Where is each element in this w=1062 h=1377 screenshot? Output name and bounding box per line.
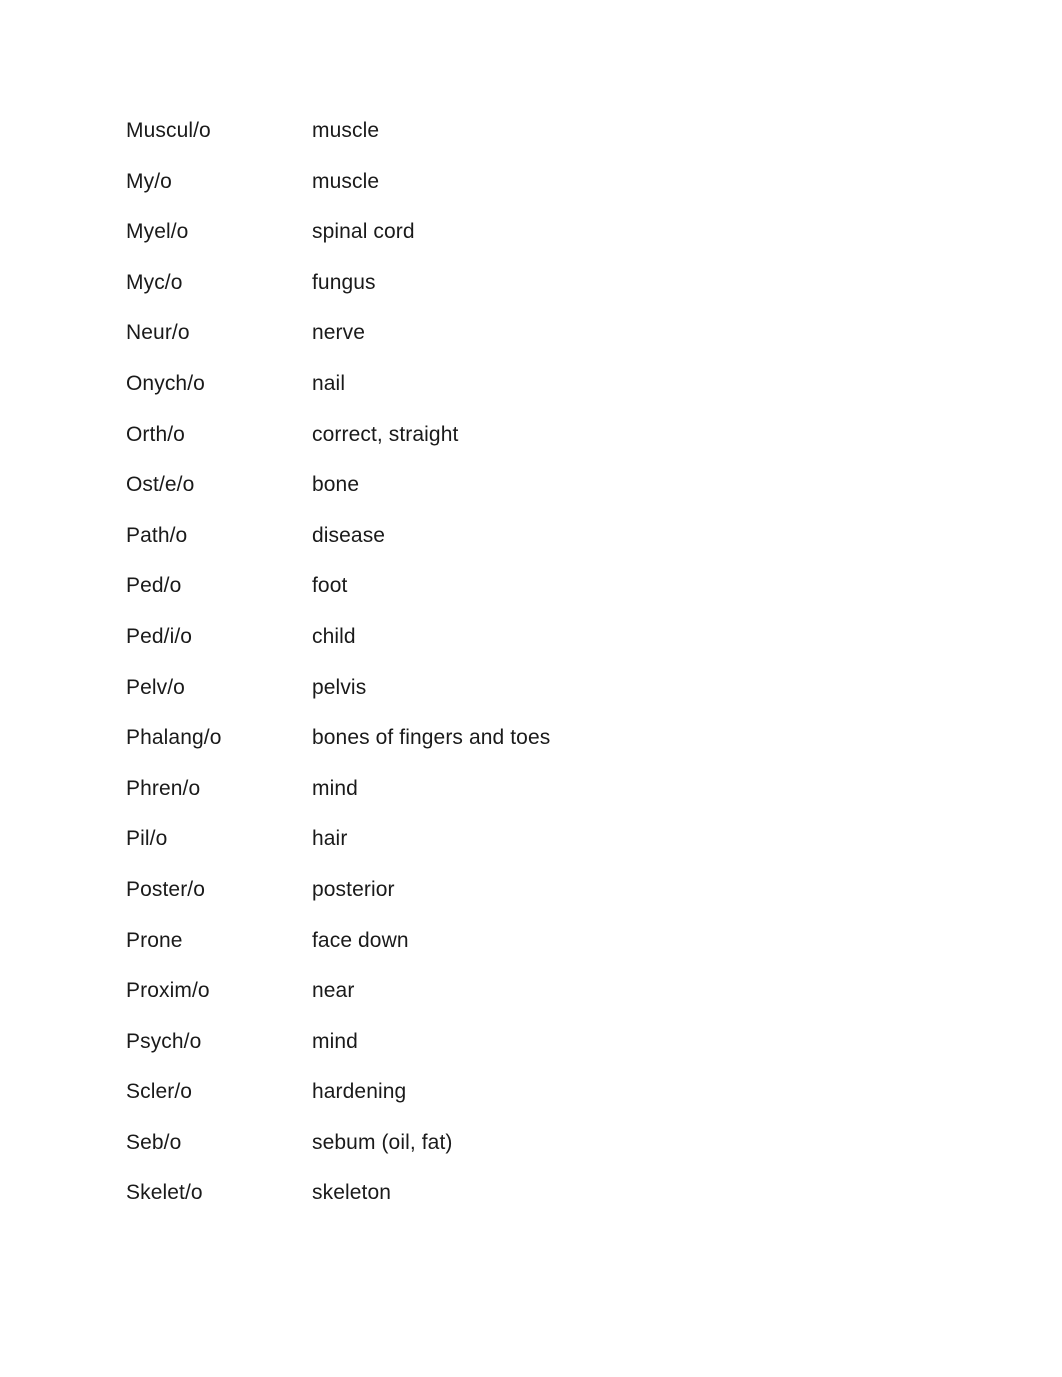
glossary-row: Psych/o mind (126, 1029, 946, 1080)
glossary-meaning: correct, straight (312, 422, 459, 446)
glossary-term: Scler/o (126, 1080, 193, 1104)
glossary-row: Seb/o sebum (oil, fat) (126, 1130, 946, 1181)
glossary-meaning: fungus (312, 270, 376, 294)
glossary-meaning: muscle (312, 119, 380, 142)
glossary-term: Proxim/o (126, 979, 210, 1003)
glossary-meaning: skeleton (312, 1181, 392, 1205)
glossary-term: Onych/o (126, 371, 205, 395)
glossary-meaning: muscle (312, 169, 380, 193)
document-page: Muscul/o muscle My/o muscle Myel/o spinal cor… (0, 0, 1062, 1377)
glossary-meaning: mind (312, 1029, 358, 1053)
glossary-term: Seb/o (126, 1130, 182, 1154)
glossary-row: Myc/o fungus (126, 270, 946, 321)
glossary-term: Muscul/o (126, 119, 211, 142)
glossary-term: Ped/o (126, 574, 182, 598)
glossary-row: Phalang/o bones of fingers and toes (126, 725, 946, 776)
glossary-row: Skelet/o skeleton (126, 1180, 946, 1231)
glossary-row: My/o muscle (126, 169, 946, 220)
glossary-term: Myc/o (126, 270, 183, 294)
glossary-meaning: posterior (312, 877, 395, 901)
glossary-term: Pelv/o (126, 675, 185, 699)
glossary-row: Pelv/o pelvis (126, 675, 946, 726)
glossary-meaning: hair (312, 827, 348, 851)
glossary-meaning: hardening (312, 1080, 407, 1104)
glossary-row: Prone face down (126, 928, 946, 979)
glossary-meaning: bone (312, 473, 360, 497)
glossary-meaning: spinal cord (312, 220, 415, 244)
glossary-term: Skelet/o (126, 1181, 203, 1205)
glossary-term: Ped/i/o (126, 624, 193, 648)
glossary-row: Orth/o correct, straight (126, 422, 946, 473)
glossary-meaning: nerve (312, 321, 366, 345)
glossary-meaning: child (312, 624, 356, 648)
glossary-meaning: sebum (oil, fat) (312, 1130, 453, 1154)
glossary-term: Phren/o (126, 776, 201, 800)
glossary-row: Onych/o nail (126, 371, 946, 422)
glossary-row: Muscul/o muscle (126, 118, 946, 169)
glossary-meaning: foot (312, 574, 348, 598)
glossary-row: Neur/o nerve (126, 320, 946, 371)
glossary-meaning: mind (312, 776, 358, 800)
glossary-row: Myel/o spinal cord (126, 219, 946, 270)
glossary-term: Orth/o (126, 422, 185, 446)
glossary-term: Ost/e/o (126, 473, 195, 497)
glossary-term: Pil/o (126, 827, 168, 851)
glossary-meaning: pelvis (312, 675, 367, 699)
glossary-row: Poster/o posterior (126, 877, 946, 928)
glossary-term-list: Muscul/o muscle My/o muscle Myel/o spinal cor… (126, 118, 946, 1231)
glossary-term: Myel/o (126, 220, 189, 244)
glossary-term: Prone (126, 928, 183, 952)
glossary-term: My/o (126, 169, 172, 193)
glossary-row: Phren/o mind (126, 776, 946, 827)
glossary-term: Neur/o (126, 321, 190, 345)
glossary-row: Scler/o hardening (126, 1079, 946, 1130)
glossary-row: Proxim/o near (126, 978, 946, 1029)
glossary-row: Pil/o hair (126, 826, 946, 877)
glossary-row: Ped/o foot (126, 573, 946, 624)
glossary-term: Poster/o (126, 877, 206, 901)
glossary-meaning: nail (312, 371, 346, 395)
glossary-meaning: near (312, 979, 355, 1003)
glossary-term: Phalang/o (126, 726, 222, 750)
glossary-term: Psych/o (126, 1029, 202, 1053)
glossary-meaning: disease (312, 523, 386, 547)
glossary-meaning: face down (312, 928, 409, 952)
glossary-meaning: bones of fingers and toes (312, 726, 551, 750)
glossary-row: Ped/i/o child (126, 624, 946, 675)
glossary-term: Path/o (126, 523, 188, 547)
glossary-row: Ost/e/o bone (126, 472, 946, 523)
glossary-row: Path/o disease (126, 523, 946, 574)
